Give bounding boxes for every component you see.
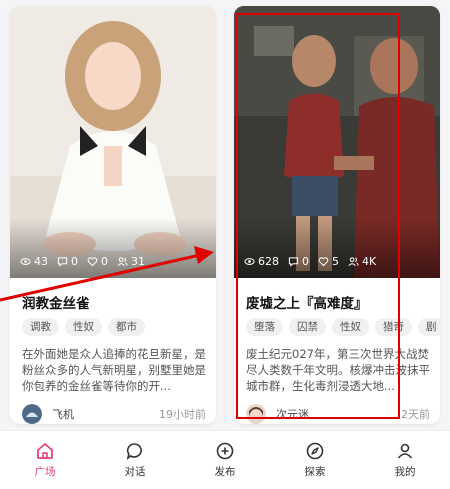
tab-plaza[interactable]: 广场: [0, 431, 90, 489]
tag[interactable]: 调教: [22, 318, 59, 336]
tab-label: 发布: [214, 466, 236, 478]
stats-row: 628 0 5 4K: [244, 255, 376, 268]
comment-icon: [288, 257, 299, 267]
tag[interactable]: 剧: [418, 318, 440, 336]
card-description: 在外面她是众人追捧的花旦新星，是粉丝众多的人气新明星，别墅里她是你包养的金丝雀等…: [22, 347, 206, 393]
users-count: 4K: [362, 255, 377, 268]
tab-profile[interactable]: 我的: [360, 431, 450, 489]
avatar[interactable]: [22, 404, 42, 424]
card-description: 废土纪元027年，第三次世界大战焚尽人类数千年文明。核爆冲击波抹平城市群，生化毒…: [246, 347, 430, 393]
like-stat: 5: [318, 255, 339, 268]
tag[interactable]: 都市: [108, 318, 145, 336]
tab-explore[interactable]: 探索: [270, 431, 360, 489]
users-icon: [348, 257, 359, 266]
cover-image[interactable]: 43 0 0 31: [10, 6, 216, 278]
post-apocalypse-illustration: [234, 6, 440, 278]
users-stat: 4K: [348, 255, 376, 268]
eye-icon: [20, 258, 31, 265]
avatar-icon: [246, 404, 266, 424]
comment-stat: 0: [288, 255, 309, 268]
tab-chat[interactable]: 对话: [90, 431, 180, 489]
tab-publish[interactable]: 发布: [180, 431, 270, 489]
story-card[interactable]: 628 0 5 4K 废墟之上『高难度』 堕落 囚禁 性奴 猎奇 剧 废土纪元0…: [234, 6, 440, 424]
view-stat: 628: [244, 255, 279, 268]
avatar[interactable]: [246, 404, 266, 424]
tag-list: 堕落 囚禁 性奴 猎奇 剧: [246, 318, 440, 336]
tag[interactable]: 囚禁: [289, 318, 326, 336]
like-count: 0: [101, 255, 108, 268]
author-name[interactable]: 次元迷: [276, 406, 401, 422]
like-stat: 0: [87, 255, 108, 268]
heart-icon: [318, 257, 329, 267]
bottom-tab-bar: 广场 对话 发布 探索 我的: [0, 430, 450, 489]
tag-list: 调教 性奴 都市: [22, 318, 216, 336]
home-icon: [37, 443, 53, 459]
tag[interactable]: 性奴: [332, 318, 369, 336]
comment-count: 0: [71, 255, 78, 268]
user-icon: [397, 443, 413, 459]
eye-icon: [244, 258, 255, 265]
cover-image[interactable]: 628 0 5 4K: [234, 6, 440, 278]
tab-label: 对话: [124, 466, 146, 478]
feed: 43 0 0 31 润教金丝雀 调教 性奴 都市 在外面她是众人追捧的花旦新星，…: [0, 0, 450, 430]
anime-girl-maid-illustration: [10, 6, 216, 278]
card-meta: 次元迷 2天前: [246, 404, 430, 424]
author-name[interactable]: 飞机: [52, 406, 159, 422]
story-card[interactable]: 43 0 0 31 润教金丝雀 调教 性奴 都市 在外面她是众人追捧的花旦新星，…: [10, 6, 216, 424]
tab-label: 探索: [304, 466, 326, 478]
view-count: 628: [258, 255, 279, 268]
comment-icon: [57, 257, 68, 267]
users-count: 31: [131, 255, 145, 268]
heart-icon: [87, 257, 98, 267]
plus-circle-icon: [216, 442, 234, 460]
tab-label: 广场: [34, 466, 56, 478]
stats-row: 43 0 0 31: [20, 255, 145, 268]
post-time: 2天前: [401, 408, 430, 421]
users-stat: 31: [117, 255, 145, 268]
tag[interactable]: 性奴: [65, 318, 102, 336]
comment-stat: 0: [57, 255, 78, 268]
tag[interactable]: 猎奇: [375, 318, 412, 336]
comment-count: 0: [302, 255, 309, 268]
avatar-icon: [22, 404, 42, 424]
users-icon: [117, 257, 128, 266]
tab-label: 我的: [394, 466, 416, 478]
card-meta: 飞机 19小时前: [22, 404, 206, 424]
compass-icon: [306, 442, 324, 460]
view-count: 43: [34, 255, 48, 268]
chat-bubble-icon: [126, 443, 142, 460]
tag[interactable]: 堕落: [246, 318, 283, 336]
view-stat: 43: [20, 255, 48, 268]
post-time: 19小时前: [159, 408, 206, 421]
card-title[interactable]: 废墟之上『高难度』: [246, 292, 430, 312]
like-count: 5: [332, 255, 339, 268]
card-title[interactable]: 润教金丝雀: [22, 292, 206, 312]
